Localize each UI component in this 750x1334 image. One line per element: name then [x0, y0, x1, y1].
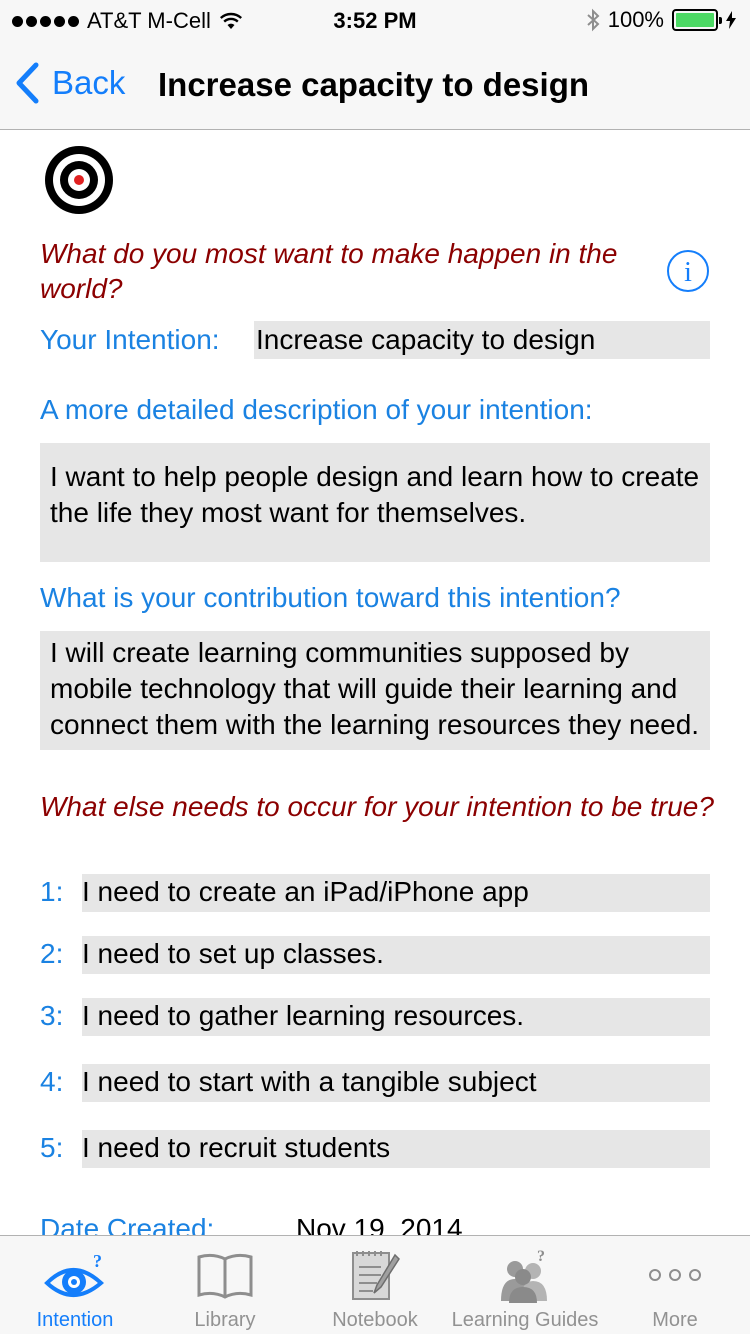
bluetooth-icon: [587, 8, 600, 32]
charging-bolt-icon: [726, 11, 736, 29]
tab-learning-guides[interactable]: ? Learning Guides: [450, 1236, 600, 1334]
more-dots-icon: [600, 1246, 750, 1304]
back-button[interactable]: Back: [14, 62, 125, 104]
contribution-field[interactable]: I will create learning communities suppo…: [40, 631, 710, 750]
tab-library-label: Library: [194, 1309, 256, 1331]
status-bar: AT&T M-Cell 3:52 PM 100%: [0, 0, 750, 40]
need-field-3[interactable]: I need to gather learning resources.: [82, 998, 710, 1036]
else-needs-question: What else needs to occur for your intent…: [40, 791, 714, 822]
chevron-left-icon: [16, 62, 39, 104]
need-field-5[interactable]: I need to recruit students: [82, 1130, 710, 1168]
svg-text:i: i: [684, 257, 692, 288]
tab-more-label: More: [652, 1309, 698, 1331]
date-created-value: Nov 19, 2014: [296, 1213, 463, 1235]
battery-percent: 100%: [607, 7, 664, 32]
target-icon: [45, 146, 113, 214]
date-created-label: Date Created:: [40, 1213, 215, 1235]
need-number-1: 1:: [40, 876, 64, 907]
intention-detail-content[interactable]: What do you most want to make happen in …: [0, 131, 750, 1235]
info-icon[interactable]: i: [666, 249, 710, 293]
contribution-label: What is your contribution toward this in…: [40, 582, 621, 613]
tab-bar: ? Intention Library Notebook ? Learning …: [0, 1235, 750, 1334]
book-icon: [150, 1246, 300, 1304]
need-number-4: 4:: [40, 1066, 64, 1097]
people-question-icon: ?: [450, 1246, 600, 1304]
intention-field[interactable]: Increase capacity to design: [254, 321, 710, 359]
svg-text:?: ?: [93, 1251, 102, 1271]
tab-intention-label: Intention: [36, 1309, 114, 1331]
battery-icon: [672, 9, 722, 31]
tab-library[interactable]: Library: [150, 1236, 300, 1334]
need-field-4[interactable]: I need to start with a tangible subject: [82, 1064, 710, 1102]
need-field-2[interactable]: I need to set up classes.: [82, 936, 710, 974]
need-number-3: 3:: [40, 1000, 64, 1031]
main-question: What do you most want to make happen in …: [40, 238, 618, 304]
tab-intention[interactable]: ? Intention: [0, 1236, 150, 1334]
navigation-bar: Back Increase capacity to design: [0, 40, 750, 130]
detailed-description-field[interactable]: I want to help people design and learn h…: [40, 443, 710, 562]
back-label: Back: [52, 64, 126, 101]
detailed-description-label: A more detailed description of your inte…: [40, 394, 593, 425]
notebook-pencil-icon: [300, 1246, 450, 1304]
need-number-2: 2:: [40, 938, 64, 969]
page-title: Increase capacity to design: [158, 66, 590, 103]
status-right: 100%: [586, 7, 736, 33]
tab-notebook-label: Notebook: [332, 1309, 418, 1331]
tab-notebook[interactable]: Notebook: [300, 1236, 450, 1334]
need-field-1[interactable]: I need to create an iPad/iPhone app: [82, 874, 710, 912]
intention-label: Your Intention:: [40, 324, 220, 355]
tab-more[interactable]: More: [600, 1236, 750, 1334]
top-bar: AT&T M-Cell 3:52 PM 100% Back Increase c…: [0, 0, 750, 130]
need-number-5: 5:: [40, 1132, 64, 1163]
svg-text:?: ?: [537, 1248, 545, 1265]
tab-learning-guides-label: Learning Guides: [451, 1309, 599, 1331]
eye-question-icon: ?: [0, 1246, 150, 1304]
